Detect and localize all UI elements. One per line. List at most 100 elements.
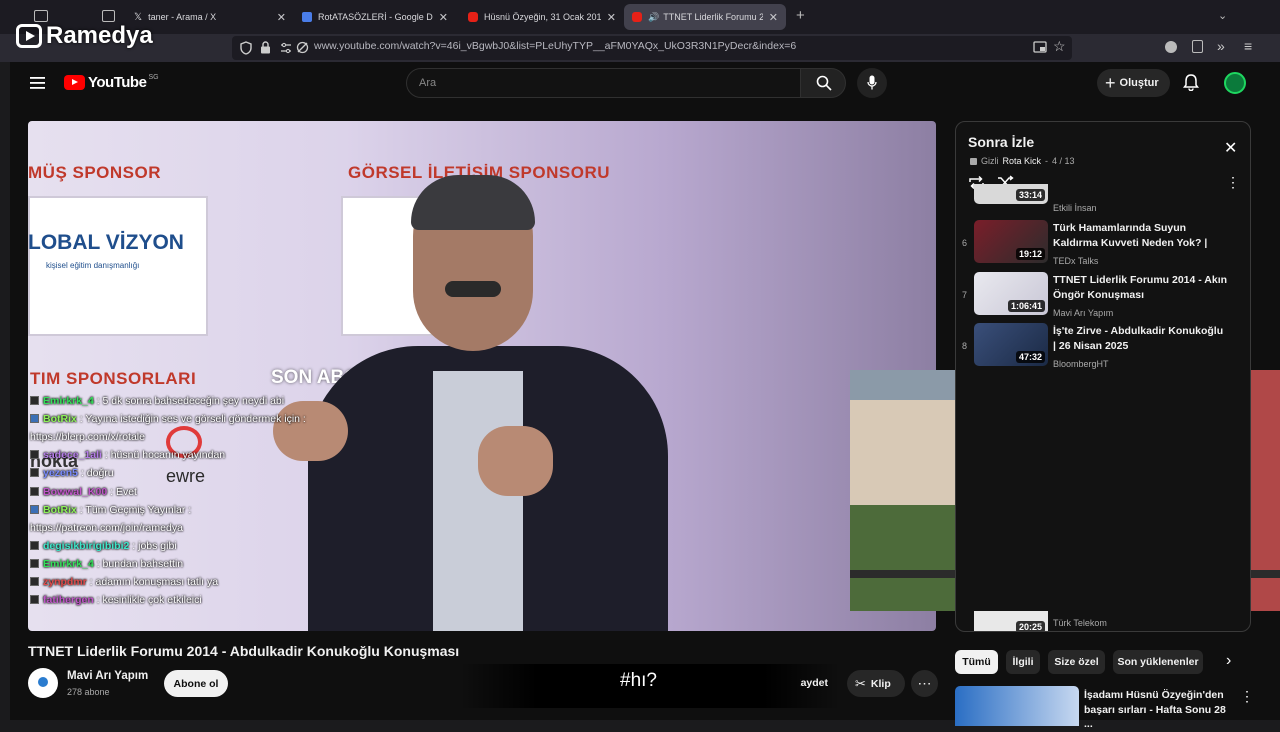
- chat-message: https://blerp.com/x/rotale: [30, 431, 145, 443]
- search-input[interactable]: Ara: [406, 68, 801, 98]
- youtube-icon: [632, 12, 642, 22]
- playlist-thumbnail: 47:32: [974, 323, 1048, 366]
- close-tab-icon[interactable]: ✕: [607, 11, 616, 24]
- permissions-icon[interactable]: [280, 42, 292, 54]
- chat-text: : Tüm Geçmiş Yayınlar :: [76, 503, 192, 516]
- bookmark-star-icon[interactable]: ☆: [1053, 38, 1066, 55]
- playlist-item[interactable]: 8 47:32 İş'te Zirve - Abdulkadir Konukoğ…: [956, 323, 1250, 373]
- playlist-title[interactable]: Sonra İzle: [968, 134, 1034, 150]
- tab-label: RotATASÖZLERİ - Google Dokü: [318, 12, 433, 22]
- speaker-hair: [411, 175, 535, 230]
- tab-ttnet-active[interactable]: 🔊 TTNET Liderlik Forumu 201 ✕: [624, 4, 786, 30]
- close-tab-icon[interactable]: ✕: [439, 11, 448, 24]
- youtube-logo-text: YouTube: [88, 74, 147, 91]
- extensions-icon[interactable]: [1192, 40, 1203, 53]
- search-icon: [816, 75, 832, 91]
- blocked-camera-icon[interactable]: [296, 41, 309, 54]
- watermark-text: Ramedya: [46, 22, 153, 49]
- playlist-panel: Sonra İzle Gizli Rota Kick - 4 / 13 ✕ ⋮ …: [955, 121, 1251, 632]
- chevron-right-icon[interactable]: ›: [1226, 652, 1231, 670]
- more-options-icon[interactable]: ⋮: [1240, 688, 1254, 705]
- chip-recent[interactable]: Son yüklenenler: [1113, 650, 1203, 674]
- speaker-icon[interactable]: 🔊: [648, 12, 659, 23]
- picture-in-picture-icon[interactable]: [1033, 41, 1047, 53]
- playlist-list: 33:14 Etkili İnsan 6 19:12 Türk Hamamlar…: [956, 184, 1250, 631]
- close-icon[interactable]: ✕: [1224, 138, 1237, 158]
- chat-text: : hüsnü hocanın yayından: [101, 449, 226, 462]
- playlist-item[interactable]: 7 1:06:41 TTNET Liderlik Forumu 2014 - A…: [956, 272, 1250, 322]
- voice-search-button[interactable]: [857, 68, 887, 98]
- close-tab-icon[interactable]: ✕: [769, 11, 778, 24]
- kick-badge-icon: [30, 486, 39, 496]
- tab-list-chevron-icon[interactable]: ⌄: [1218, 9, 1227, 22]
- account-icon[interactable]: [1165, 41, 1177, 53]
- app-menu-icon[interactable]: ≡: [1244, 38, 1252, 54]
- youtube-icon: [64, 75, 85, 90]
- chat-username: sadece_1ali: [43, 449, 102, 462]
- save-button[interactable]: Kaydet: [800, 677, 828, 692]
- playlist-owner[interactable]: Rota Kick: [1003, 156, 1042, 166]
- chat-message: Emirkrk_4 : 5 dk sonra bahsedeceğin şey …: [30, 395, 284, 407]
- kick-badge-icon: [30, 468, 39, 478]
- speaker-hand-right: [478, 426, 553, 496]
- lock-icon[interactable]: [260, 41, 271, 54]
- ramedya-watermark: Ramedya: [16, 22, 153, 50]
- create-button[interactable]: + Oluştur: [1097, 69, 1170, 97]
- clip-button[interactable]: ✂ Klip: [847, 670, 905, 697]
- global-vizyon-logo: LOBAL VİZYON: [28, 231, 184, 254]
- chat-text: : adamın konuşması tatlı ya: [86, 576, 219, 588]
- playlist-item[interactable]: 6 19:12 Türk Hamamlarında Suyun Kaldırma…: [956, 220, 1250, 270]
- save-label: Kaydet: [800, 677, 828, 689]
- chat-message: sadece_1ali : hüsnü hocanın yayından: [30, 449, 225, 461]
- close-tab-icon[interactable]: ✕: [277, 11, 286, 24]
- tab-husnu-ozyegin[interactable]: Hüsnü Özyeğin, 31 Ocak 2017 P ✕: [460, 4, 624, 30]
- avatar[interactable]: [1224, 72, 1246, 94]
- recommended-title[interactable]: İşadamı Hüsnü Özyeğin'den başarı sırları…: [1084, 688, 1234, 732]
- youtube-logo[interactable]: YouTube SG: [64, 74, 159, 91]
- more-actions-button[interactable]: ⋯: [911, 670, 938, 697]
- hashtag-text: #hı?: [620, 670, 657, 691]
- chip-related[interactable]: İlgili: [1006, 650, 1040, 674]
- chip-all[interactable]: Tümü: [955, 650, 998, 674]
- playlist-channel: TEDx Talks: [1053, 256, 1099, 266]
- chat-text: : Yayına istediğin ses ve görseli gönder…: [76, 413, 306, 426]
- overflow-chevrons-icon[interactable]: »: [1217, 38, 1225, 54]
- search-button[interactable]: [800, 68, 846, 98]
- chat-message: Bowwal_K00 : Evet: [30, 486, 137, 498]
- recommended-thumbnail[interactable]: [955, 686, 1079, 726]
- subscribe-button[interactable]: Abone ol: [164, 670, 228, 697]
- search-placeholder: Ara: [419, 77, 437, 89]
- sidebar-toggle-icon[interactable]: [34, 10, 48, 22]
- playlist-thumbnail: 1:06:41: [974, 272, 1048, 315]
- playlist-title-text: Türk Hamamlarında Suyun Kaldırma Kuvveti…: [1053, 222, 1208, 249]
- tab-label: Hüsnü Özyeğin, 31 Ocak 2017 P: [484, 12, 601, 22]
- channel-name[interactable]: Mavi Arı Yapım: [67, 670, 148, 682]
- bot-badge-icon: [30, 414, 39, 424]
- duration-badge: 20:25: [1015, 621, 1045, 631]
- kick-badge-icon: [30, 450, 39, 460]
- tab-overview-icon[interactable]: [102, 10, 115, 22]
- speaker-hand-left: [273, 401, 348, 461]
- channel-avatar[interactable]: [28, 668, 58, 698]
- chat-message: zynpdmr : adamın konuşması tatlı ya: [30, 576, 218, 588]
- lock-icon: [970, 157, 977, 165]
- create-label: Oluştur: [1119, 77, 1159, 89]
- tab-google-docs[interactable]: RotATASÖZLERİ - Google Dokü ✕: [294, 4, 456, 30]
- duration-badge: 47:32: [1015, 351, 1045, 363]
- chat-username: BotRix: [43, 503, 77, 516]
- hamburger-menu-icon[interactable]: [30, 76, 45, 94]
- playlist-channel: Türk Telekom: [1053, 618, 1107, 628]
- playlist-channel: Mavi Arı Yapım: [1053, 308, 1114, 318]
- bee-logo-icon: [38, 677, 48, 687]
- chip-for-you[interactable]: Size özel: [1048, 650, 1105, 674]
- shield-icon[interactable]: [240, 41, 252, 55]
- playlist-item[interactable]: 33:14 Etkili İnsan: [956, 184, 1250, 214]
- chat-text: : 5 dk sonra bahsedeceğin şey neydi abi: [93, 395, 285, 407]
- video-player[interactable]: MÜŞ SPONSOR GÖRSEL İLETİŞİM SPONSORU LOB…: [28, 121, 936, 631]
- playlist-item[interactable]: 20:25 Türk Telekom: [956, 611, 1250, 631]
- hashtag-overlay-bar: #hı?: [460, 664, 840, 708]
- chip-label: Tümü: [962, 656, 991, 668]
- playlist-thumbnail: 20:25: [974, 611, 1048, 631]
- new-tab-button[interactable]: +: [796, 7, 805, 24]
- notifications-bell-icon[interactable]: [1183, 74, 1199, 96]
